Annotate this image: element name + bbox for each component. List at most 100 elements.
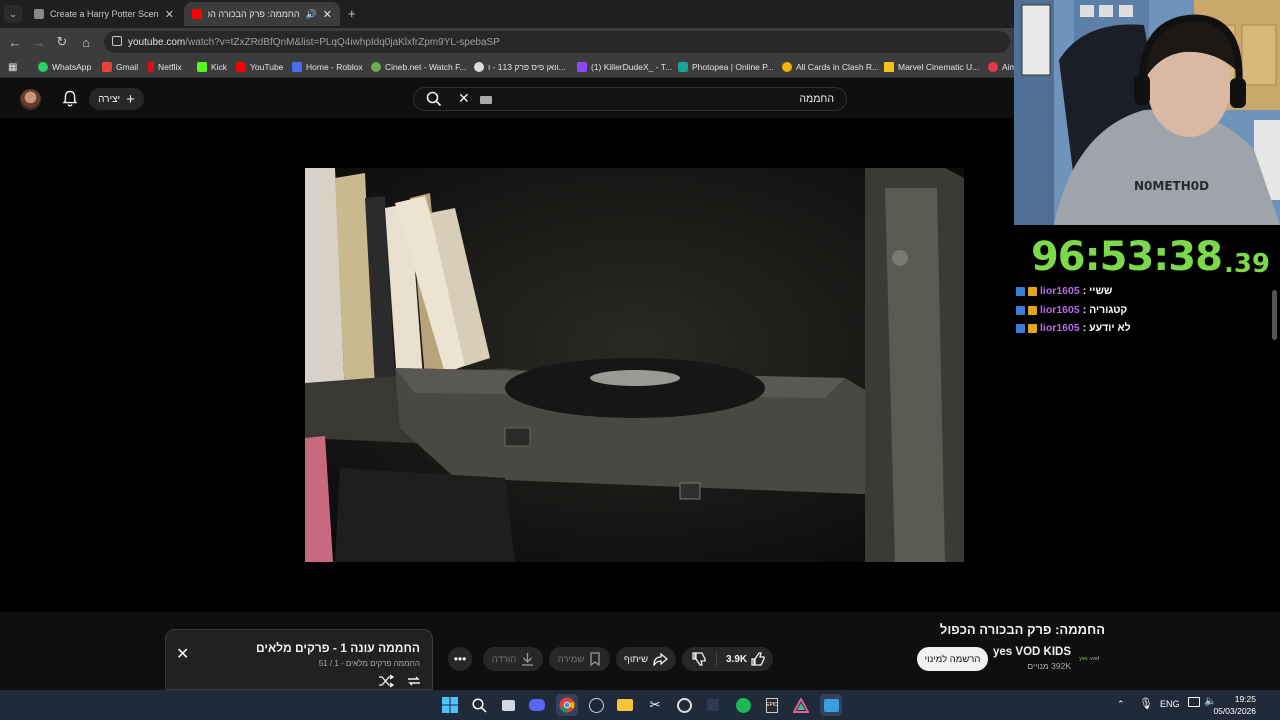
globe-icon xyxy=(474,62,484,72)
task-view-icon[interactable] xyxy=(497,694,519,716)
photopea-icon xyxy=(678,62,688,72)
spotify-icon[interactable] xyxy=(732,694,754,716)
new-tab-button[interactable]: + xyxy=(348,6,356,21)
search-icon[interactable] xyxy=(426,91,442,107)
playlist-title[interactable]: החממה עונה 1 - פרקים מלאים xyxy=(256,641,420,655)
netflix-icon xyxy=(148,62,154,72)
webcam-feed: N0METH0D xyxy=(1014,0,1280,225)
roblox-icon xyxy=(292,62,302,72)
bookmark-aim[interactable]: Aim xyxy=(988,60,1017,74)
avatar[interactable] xyxy=(20,89,41,110)
bookmark-netflix[interactable]: Netflix xyxy=(148,60,182,74)
bookmark-kick[interactable]: Kick xyxy=(197,60,227,74)
chat-scrollbar[interactable] xyxy=(1272,290,1277,340)
clear-search-icon[interactable]: ✕ xyxy=(458,90,470,107)
video-title: החממה: פרק הבכורה הכפול xyxy=(939,622,1105,637)
bookmark-one-piece[interactable]: וואן פיס פרק 113 - ו... xyxy=(474,60,566,74)
network-icon[interactable] xyxy=(1188,697,1200,707)
system-clock[interactable]: 19:25 05/03/2026 xyxy=(1213,693,1256,717)
site-info-icon[interactable] xyxy=(112,36,122,46)
youtube-icon xyxy=(236,62,246,72)
more-actions-button[interactable]: ••• xyxy=(448,647,472,671)
twitch-icon xyxy=(577,62,587,72)
channel-name[interactable]: yes VOD KIDS xyxy=(993,646,1071,658)
shuffle-icon[interactable] xyxy=(378,674,394,688)
playlist-panel: ✕ החממה עונה 1 - פרקים מלאים החממה פרקים… xyxy=(165,629,433,690)
app-icon[interactable] xyxy=(702,694,724,716)
language-indicator[interactable]: ENG xyxy=(1160,699,1180,709)
taskbar-search-icon[interactable] xyxy=(468,694,490,716)
home-icon[interactable]: ⌂ xyxy=(77,33,95,51)
svg-text:N0METH0D: N0METH0D xyxy=(1134,179,1209,193)
loop-icon[interactable] xyxy=(406,674,422,688)
reload-icon[interactable]: ↻ xyxy=(53,33,71,51)
verified-badge-icon xyxy=(1016,323,1025,333)
keyboard-icon[interactable] xyxy=(480,96,492,104)
bookmark-twitch[interactable]: (1) KillerDudeX_ - T... xyxy=(577,60,672,74)
bookmark-whatsapp[interactable]: WhatsApp xyxy=(38,60,91,74)
tray-chevron-icon[interactable]: ⌃ xyxy=(1117,699,1125,710)
whatsapp-icon xyxy=(38,62,48,72)
verified-badge-icon xyxy=(1016,305,1025,315)
tab-close-icon[interactable]: ✕ xyxy=(323,8,332,21)
tab-youtube[interactable]: החממה: פרק הבכורה הכפו 🔊 ✕ xyxy=(184,2,340,26)
save-button[interactable]: שמירה xyxy=(549,647,610,671)
tab-harry-potter[interactable]: Create a Harry Potter Scenes (1 ✕ xyxy=(26,2,182,26)
apps-grid-icon[interactable]: ▦ xyxy=(8,60,17,74)
navigation-bar: ← → ↻ ⌂ youtube.com/watch?v=tZxZRdBfQnM&… xyxy=(0,28,1014,56)
chat-message: lior1605 ששיי : xyxy=(1016,285,1112,297)
cineb-icon xyxy=(371,62,381,72)
video-frame[interactable] xyxy=(305,168,964,562)
chrome-icon[interactable] xyxy=(556,694,578,716)
video-scene-turntable xyxy=(305,168,964,562)
crown-badge-icon xyxy=(1028,323,1037,333)
notifications-bell-icon[interactable] xyxy=(62,90,78,108)
divider xyxy=(716,652,717,666)
like-button[interactable]: 3.9K xyxy=(726,651,767,667)
tab-close-icon[interactable]: ✕ xyxy=(165,8,174,21)
affinity-icon[interactable] xyxy=(790,694,812,716)
subscribe-button[interactable]: הרשמה למינוי xyxy=(917,647,988,671)
streamer-webcam-image: N0METH0D xyxy=(1014,0,1280,225)
dislike-button[interactable] xyxy=(692,651,708,672)
snipping-tool-icon[interactable] xyxy=(820,694,842,716)
bookmark-photopea[interactable]: Photopea | Online P... xyxy=(678,60,774,74)
create-button[interactable]: יצירה + xyxy=(89,88,144,110)
download-button[interactable]: הורדה xyxy=(483,647,543,671)
discord-icon[interactable] xyxy=(526,694,548,716)
address-bar[interactable]: youtube.com/watch?v=tZxZRdBfQnM&list=PLq… xyxy=(104,31,1010,53)
subscriber-count: 392K מנויים xyxy=(1027,661,1071,671)
channel-logo-icon[interactable]: yes vod xyxy=(1078,650,1106,664)
download-icon xyxy=(522,653,534,666)
bookmark-clash-royale[interactable]: All Cards in Clash R... xyxy=(782,60,879,74)
tab-search-button[interactable]: ⌄ xyxy=(4,5,22,23)
verified-badge-icon xyxy=(1016,286,1025,296)
kick-icon xyxy=(197,62,207,72)
capcut-icon[interactable]: ✂ xyxy=(644,694,666,716)
share-button[interactable]: שיתוף xyxy=(616,647,676,671)
gmail-icon xyxy=(102,62,112,72)
steam-icon[interactable] xyxy=(585,694,607,716)
epic-games-icon[interactable]: EPIC xyxy=(761,694,783,716)
file-explorer-icon[interactable] xyxy=(614,694,636,716)
search-input[interactable]: החממה xyxy=(799,93,834,105)
svg-text:yes: yes xyxy=(1079,656,1088,662)
speedrun-timer: 96:53:38.39 xyxy=(1014,225,1280,281)
bookmark-youtube[interactable]: YouTube xyxy=(236,60,283,74)
bookmark-roblox[interactable]: Home - Roblox xyxy=(292,60,363,74)
bookmarks-bar: ▦ WhatsApp Gmail Netflix Kick YouTube Ho… xyxy=(0,56,1017,78)
bookmark-cineb[interactable]: Cineb.net - Watch F... xyxy=(371,60,466,74)
microphone-icon[interactable]: 🎙 xyxy=(1139,697,1153,710)
bookmark-icon xyxy=(590,652,601,666)
windows-start-icon[interactable] xyxy=(439,694,461,716)
bookmark-gmail[interactable]: Gmail xyxy=(102,60,138,74)
obs-icon[interactable] xyxy=(673,694,695,716)
svg-text:vod: vod xyxy=(1090,656,1099,662)
thumbs-up-icon xyxy=(751,652,765,666)
search-box[interactable]: ✕ החממה xyxy=(413,87,847,111)
close-icon[interactable]: ✕ xyxy=(176,644,189,664)
bookmark-marvel[interactable]: Marvel Cinematic U... xyxy=(884,60,979,74)
back-arrow-icon[interactable]: ← xyxy=(6,33,24,51)
forward-arrow-icon[interactable]: → xyxy=(30,33,48,51)
audio-playing-icon[interactable]: 🔊 xyxy=(306,9,317,20)
